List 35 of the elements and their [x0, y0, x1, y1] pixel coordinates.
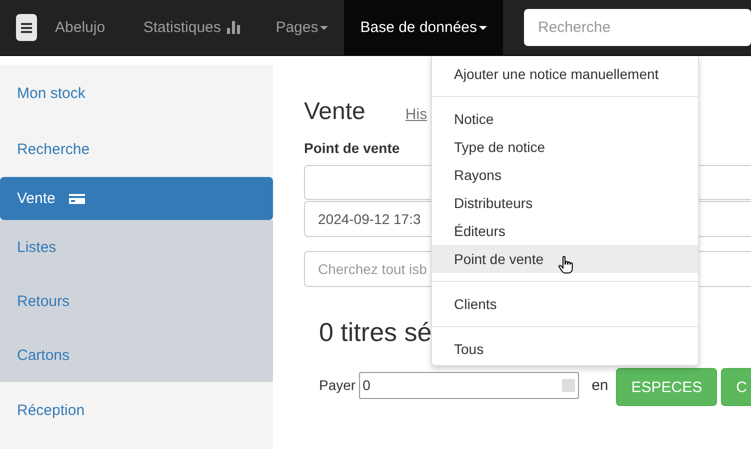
- menu-item[interactable]: Éditeurs: [432, 217, 698, 245]
- nav-item[interactable]: Pages: [260, 0, 344, 55]
- hand-cursor-icon: [558, 256, 574, 274]
- page-title: Vente: [304, 98, 366, 126]
- menu-item[interactable]: Ajouter une notice manuellement: [432, 60, 698, 88]
- caret-icon: [320, 26, 328, 30]
- menu-item[interactable]: Distributeurs: [432, 189, 698, 217]
- menu-button[interactable]: [16, 14, 37, 41]
- nav-item[interactable]: Base de données: [344, 0, 503, 55]
- bar-chart-icon: [226, 21, 240, 34]
- menu-icon: [21, 22, 32, 33]
- sidebar-item[interactable]: Vente: [0, 177, 273, 220]
- menu-item[interactable]: Tous: [432, 335, 698, 363]
- sidebar-item[interactable]: Réception: [0, 382, 273, 438]
- sidebar-item[interactable]: Mon stock: [0, 65, 273, 121]
- menu-item[interactable]: Notice: [432, 105, 698, 133]
- sidebar-subitem[interactable]: Retours: [0, 274, 273, 328]
- nav-item[interactable]: Statistiques: [127, 0, 260, 55]
- menu-item[interactable]: Rayons: [432, 161, 698, 189]
- search-field[interactable]: Recherche: [524, 9, 751, 46]
- in-label: en: [592, 376, 608, 394]
- caret-icon: [479, 26, 487, 30]
- amount-field[interactable]: 0: [358, 372, 579, 398]
- history-link[interactable]: His: [405, 106, 428, 123]
- card-icon: [69, 194, 86, 204]
- sidebar-item[interactable]: Recherche: [0, 121, 273, 177]
- sidebar-subitem[interactable]: Cartons: [0, 328, 273, 382]
- menu-item[interactable]: Clients: [432, 290, 698, 318]
- field-label: Point de vente: [304, 140, 400, 156]
- menu-item[interactable]: Point de vente: [432, 245, 698, 273]
- menu-item[interactable]: Type de notice: [432, 133, 698, 161]
- pay-label: Payer: [319, 377, 356, 393]
- sidebar-subitem[interactable]: Listes: [0, 220, 273, 274]
- selection-heading: 0 titres sé: [319, 317, 433, 348]
- brand-link[interactable]: Abelujo: [55, 19, 128, 36]
